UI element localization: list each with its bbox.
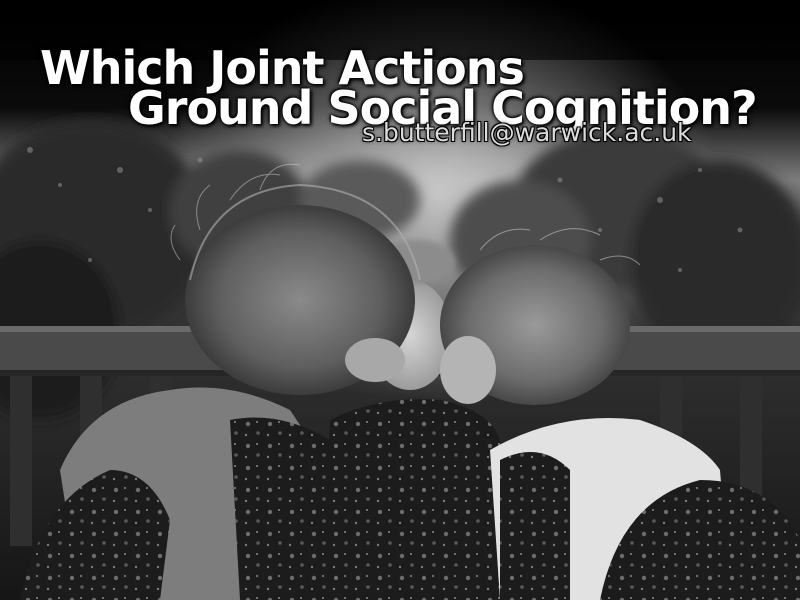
author-email: s.butterfill@warwick.ac.uk: [362, 118, 692, 147]
slide: Which Joint Actions Ground Social Cognit…: [0, 0, 800, 600]
